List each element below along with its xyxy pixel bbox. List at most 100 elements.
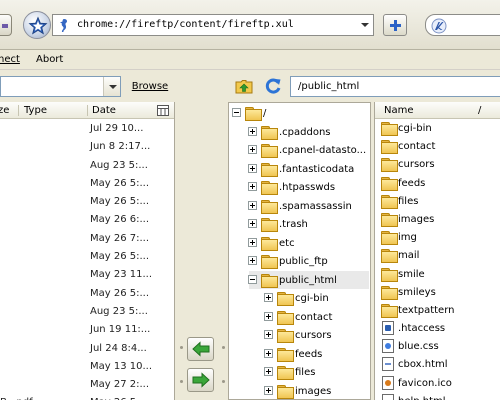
column-type[interactable]: Type <box>24 105 47 116</box>
local-file-row[interactable]: May 26 6:... <box>0 210 174 228</box>
remote-file-row[interactable]: help.html <box>375 392 500 400</box>
local-file-row[interactable]: May 26 5:... <box>0 247 174 265</box>
remote-file-row[interactable]: blue.css <box>375 337 500 355</box>
local-file-row[interactable]: May 26 7:... <box>0 229 174 247</box>
tree-node[interactable]: .trash <box>229 215 369 233</box>
remote-folder-tree[interactable]: / .cpaddons .cpanel-datasto... .fantasticod… <box>228 102 371 400</box>
splitter-grip[interactable] <box>222 346 225 349</box>
remote-file-row[interactable]: cbox.html <box>375 355 500 373</box>
expand-icon[interactable] <box>264 348 273 358</box>
bookmark-star-button[interactable] <box>23 11 51 39</box>
tree-node[interactable]: feeds <box>229 345 369 363</box>
column-separator[interactable] <box>87 105 88 116</box>
tree-node-label: / <box>263 108 267 119</box>
tree-node[interactable]: images <box>229 382 369 400</box>
connect-button[interactable]: nect <box>0 54 20 65</box>
folder-icon <box>277 347 294 362</box>
expand-icon[interactable] <box>264 311 273 321</box>
remote-file-row[interactable]: favicon.ico <box>375 374 500 392</box>
tree-node[interactable]: public_ftp <box>229 252 369 270</box>
tree-node[interactable]: .spamassassin <box>229 197 369 215</box>
search-bar[interactable] <box>425 14 500 36</box>
tree-node[interactable]: contact <box>229 308 369 326</box>
expand-icon[interactable] <box>264 367 273 376</box>
remote-file-row[interactable]: cgi-bin <box>375 119 500 137</box>
local-file-row[interactable]: Aug 23 5:... <box>0 156 174 174</box>
local-file-row[interactable]: Jun 19 11:... <box>0 320 174 338</box>
folder-up-icon[interactable] <box>235 77 253 95</box>
expand-icon[interactable] <box>248 237 257 247</box>
collapse-icon[interactable] <box>232 108 241 117</box>
tree-node[interactable]: public_html <box>248 270 369 289</box>
remote-file-row[interactable]: smileys <box>375 283 500 301</box>
remote-file-row[interactable]: .htaccess <box>375 319 500 337</box>
local-file-row[interactable]: Jul 29 10... <box>0 119 174 137</box>
remote-list-header: Name / <box>375 102 500 119</box>
collapse-icon[interactable] <box>248 274 257 284</box>
splitter-grip[interactable] <box>180 346 183 349</box>
remote-file-name: cgi-bin <box>398 123 432 134</box>
remote-file-list[interactable]: Name / cgi-bin contact cursors feeds files im… <box>374 102 500 400</box>
remote-file-row[interactable]: files <box>375 192 500 210</box>
tree-node[interactable]: files <box>229 363 369 381</box>
browser-menu-button[interactable] <box>0 14 12 36</box>
tree-node[interactable]: / <box>229 104 369 122</box>
column-separator[interactable] <box>18 105 19 116</box>
url-bar[interactable]: chrome://fireftp/content/fireftp.xul <box>52 14 374 36</box>
sort-indicator[interactable]: / <box>478 105 481 116</box>
local-file-row[interactable]: May 26 5:... <box>0 284 174 302</box>
tree-node[interactable]: .htpasswds <box>229 178 369 196</box>
column-picker-icon[interactable] <box>157 105 169 116</box>
expand-icon[interactable] <box>248 126 257 136</box>
arrow-right-icon <box>192 372 210 388</box>
remote-file-row[interactable]: img <box>375 228 500 246</box>
expand-icon[interactable] <box>264 385 273 395</box>
upload-button[interactable] <box>187 337 214 361</box>
local-file-row[interactable]: Jun 8 2:17... <box>0 137 174 155</box>
remote-file-row[interactable]: images <box>375 210 500 228</box>
local-path-dropdown[interactable] <box>103 77 120 96</box>
expand-icon[interactable] <box>264 330 273 339</box>
tree-node[interactable]: cgi-bin <box>229 289 369 307</box>
download-button[interactable] <box>187 368 214 392</box>
column-name[interactable]: Name <box>384 105 414 116</box>
tree-node[interactable]: .cpaddons <box>229 123 369 141</box>
local-file-row[interactable]: Jul 24 8:4... <box>0 339 174 357</box>
local-file-row[interactable]: May 13 10... <box>0 357 174 375</box>
local-file-row[interactable]: May 23 11... <box>0 265 174 283</box>
local-file-list[interactable]: ze Type Date Jul 29 10... Jun 8 2:17... Au… <box>0 102 175 400</box>
column-date[interactable]: Date <box>92 105 116 116</box>
add-button[interactable] <box>383 14 407 36</box>
tree-node[interactable]: etc <box>229 234 369 252</box>
expand-icon[interactable] <box>248 219 257 228</box>
remote-file-name: smile <box>398 268 425 280</box>
expand-icon[interactable] <box>248 200 257 210</box>
url-history-dropdown[interactable] <box>358 16 372 34</box>
remote-file-row[interactable]: feeds <box>375 174 500 192</box>
tree-node[interactable]: .fantasticodata <box>229 160 369 178</box>
splitter-grip[interactable] <box>222 380 225 383</box>
column-size[interactable]: ze <box>0 105 9 116</box>
remote-file-row[interactable]: contact <box>375 137 500 155</box>
splitter-grip[interactable] <box>180 380 183 383</box>
local-file-row[interactable]: Aug 23 5:... <box>0 302 174 320</box>
browse-button[interactable]: Browse <box>127 76 173 97</box>
remote-path-input[interactable]: /public_html <box>290 76 500 97</box>
expand-icon[interactable] <box>248 182 257 191</box>
remote-file-row[interactable]: textpattern <box>375 301 500 319</box>
local-file-row[interactable]: May 27 2:... <box>0 375 174 393</box>
remote-file-row[interactable]: smile <box>375 265 500 283</box>
tree-node[interactable]: .cpanel-datasto... <box>229 141 369 159</box>
local-file-row[interactable]: B...pdfMay 26 5:... <box>0 393 174 400</box>
expand-icon[interactable] <box>248 145 257 154</box>
tree-node[interactable]: cursors <box>229 326 369 344</box>
expand-icon[interactable] <box>248 256 257 265</box>
expand-icon[interactable] <box>264 293 273 302</box>
local-file-row[interactable]: May 26 5:... <box>0 192 174 210</box>
expand-icon[interactable] <box>248 163 257 173</box>
refresh-icon[interactable] <box>264 77 282 95</box>
abort-button[interactable]: Abort <box>36 54 63 65</box>
remote-file-row[interactable]: mail <box>375 246 500 264</box>
local-file-row[interactable]: May 26 5:... <box>0 174 174 192</box>
remote-file-row[interactable]: cursors <box>375 155 500 173</box>
